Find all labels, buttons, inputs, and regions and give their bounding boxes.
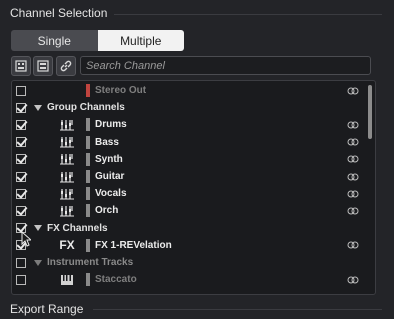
group-channel-icon xyxy=(59,118,75,132)
link-icon xyxy=(60,60,72,72)
group-channel-icon xyxy=(59,170,75,184)
expand-all-button[interactable] xyxy=(11,56,31,76)
channel-color-bar xyxy=(86,238,90,252)
channel-color-bar xyxy=(86,170,90,183)
link-button[interactable] xyxy=(56,56,76,76)
group-channel-icon xyxy=(59,204,75,218)
channel-checkbox[interactable] xyxy=(16,274,26,285)
channel-color-bar xyxy=(86,135,90,149)
channel-row[interactable]: Bass xyxy=(12,134,361,151)
selection-mode-toggle: Single Multiple xyxy=(11,30,184,51)
channel-color-bar xyxy=(86,152,90,166)
channel-checkbox[interactable] xyxy=(16,154,26,165)
channel-label: Guitar xyxy=(95,171,125,182)
channel-label: Orch xyxy=(95,205,119,217)
channel-group-row[interactable]: FX Channels xyxy=(12,220,361,237)
list-scrollbar[interactable] xyxy=(368,85,372,139)
channel-group-row[interactable]: Instrument Tracks xyxy=(12,254,361,271)
group-label: Group Channels xyxy=(47,102,125,114)
expand-triangle-icon[interactable] xyxy=(34,104,42,111)
collapse-all-button[interactable] xyxy=(33,56,53,76)
single-mode-button[interactable]: Single xyxy=(11,30,98,51)
fx-icon: FX xyxy=(59,238,75,253)
stereo-link-icon[interactable] xyxy=(347,276,359,284)
channel-color-bar xyxy=(86,273,90,287)
channel-label: FX 1-REVelation xyxy=(95,239,172,251)
collapse-all-icon xyxy=(37,60,49,72)
mouse-cursor-icon xyxy=(21,231,31,247)
channel-row[interactable]: Synth xyxy=(12,151,361,168)
channel-row[interactable]: Vocals xyxy=(12,185,361,202)
channel-row[interactable]: Guitar xyxy=(12,168,361,185)
group-channel-icon xyxy=(59,152,75,166)
channel-checkbox[interactable] xyxy=(16,188,26,199)
channel-label: Vocals xyxy=(95,188,127,200)
channel-row[interactable]: Staccato xyxy=(12,271,361,288)
channel-checkbox[interactable] xyxy=(16,257,26,268)
channel-checkbox[interactable] xyxy=(16,205,26,216)
group-channel-icon xyxy=(59,187,75,201)
stereo-link-icon[interactable] xyxy=(347,87,359,95)
channel-label: Synth xyxy=(95,153,123,165)
channel-group-row[interactable]: Group Channels xyxy=(12,99,361,116)
instrument-icon xyxy=(59,273,75,287)
channel-label: Drums xyxy=(95,119,127,131)
channel-selection-title: Channel Selection xyxy=(10,6,108,20)
stereo-link-icon[interactable] xyxy=(347,121,359,129)
channel-row[interactable]: FX FX 1-REVelation xyxy=(12,237,361,254)
channel-label: Bass xyxy=(95,136,119,148)
group-label: FX Channels xyxy=(47,222,108,234)
expand-triangle-icon[interactable] xyxy=(34,225,42,232)
channel-row[interactable]: Orch xyxy=(12,202,361,219)
channel-checkbox[interactable] xyxy=(16,102,26,113)
group-channel-icon xyxy=(59,135,75,149)
channel-checkbox[interactable] xyxy=(16,171,26,182)
channel-label: Staccato xyxy=(95,274,137,286)
export-range-header: Export Range xyxy=(10,302,83,316)
export-range-title: Export Range xyxy=(10,302,84,316)
channel-checkbox[interactable] xyxy=(16,85,26,96)
channel-row[interactable]: Drums xyxy=(12,116,361,133)
channel-color-bar xyxy=(86,204,90,218)
expand-triangle-icon[interactable] xyxy=(34,259,42,266)
multiple-mode-button[interactable]: Multiple xyxy=(97,30,184,51)
channel-row[interactable]: Stereo Out xyxy=(12,82,361,99)
channel-checkbox[interactable] xyxy=(16,119,26,130)
channel-color-bar xyxy=(86,187,90,201)
channel-color-bar xyxy=(86,118,90,132)
expand-all-icon xyxy=(15,60,27,72)
group-label: Instrument Tracks xyxy=(47,257,134,268)
channel-checkbox[interactable] xyxy=(16,137,26,148)
stereo-link-icon[interactable] xyxy=(347,155,359,163)
channel-selection-header: Channel Selection xyxy=(10,6,107,20)
stereo-link-icon[interactable] xyxy=(347,138,359,146)
channel-color-bar xyxy=(86,84,90,97)
export-range-divider xyxy=(93,309,382,310)
channel-label: Stereo Out xyxy=(95,85,147,96)
stereo-link-icon[interactable] xyxy=(347,207,359,215)
stereo-link-icon[interactable] xyxy=(347,241,359,249)
header-divider xyxy=(114,14,382,15)
stereo-link-icon[interactable] xyxy=(347,173,359,181)
stereo-link-icon[interactable] xyxy=(347,190,359,198)
channel-list: Stereo Out Group Channels Drums Bass Synth Gu… xyxy=(11,80,376,295)
search-channel-input[interactable] xyxy=(80,56,371,75)
